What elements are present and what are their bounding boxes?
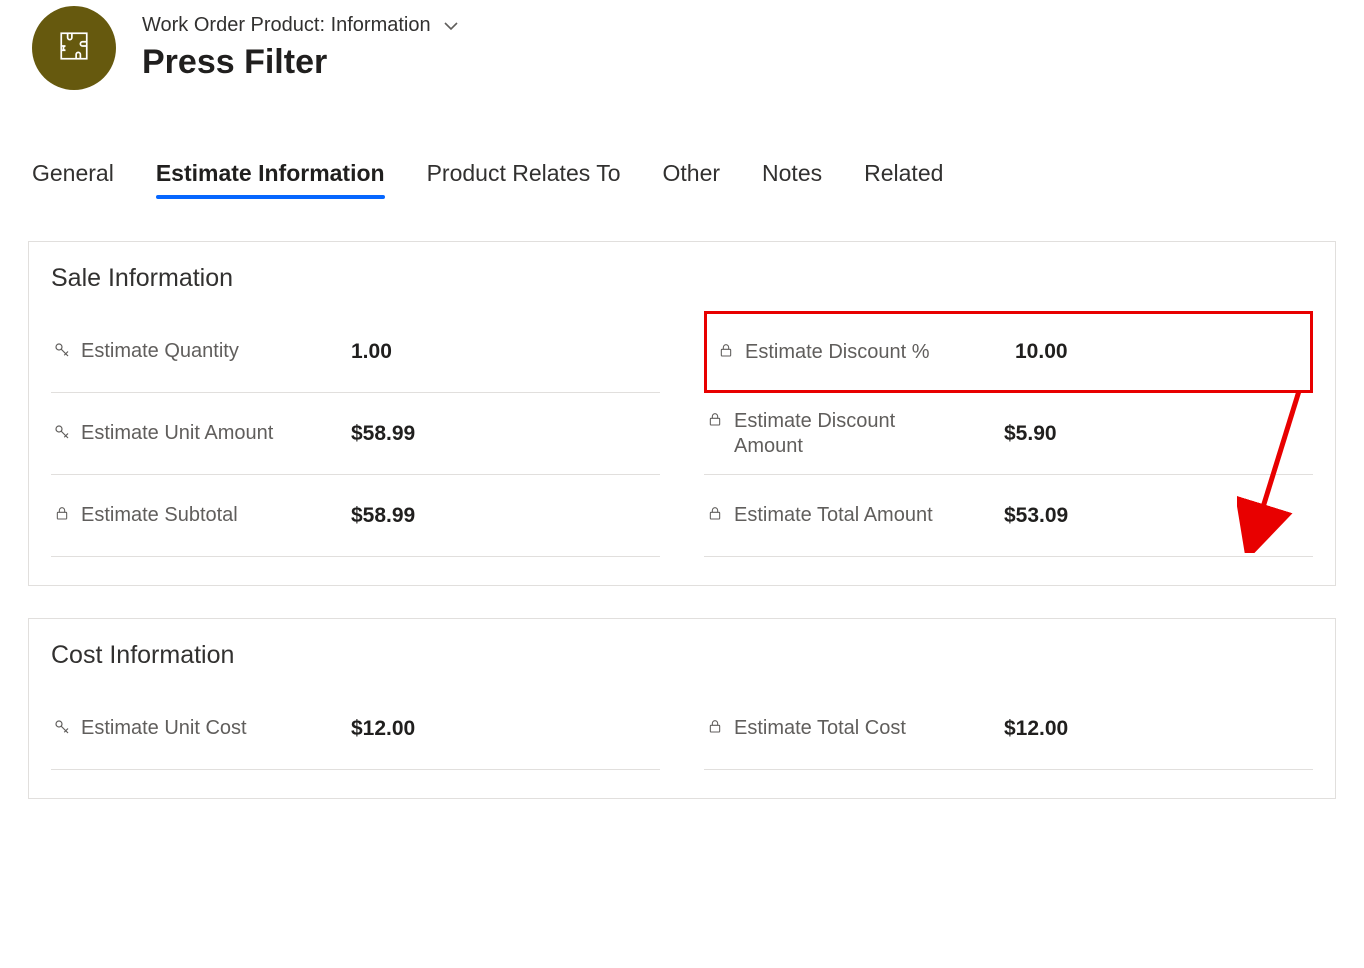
estimate-quantity-value: 1.00 [351,340,660,364]
sale-information-title: Sale Information [51,264,1313,293]
breadcrumb[interactable]: Work Order Product: Information [142,14,431,37]
estimate-unit-cost-label: Estimate Unit Cost [81,716,247,741]
cost-information-section: Cost Information Estimate Unit Cost $12.… [28,618,1336,799]
estimate-discount-amount-label: Estimate Discount Amount [734,409,954,459]
sale-left-column: Estimate Quantity 1.00 Estimate Unit Amo… [51,311,660,557]
estimate-unit-cost-field[interactable]: Estimate Unit Cost $12.00 [51,688,660,770]
estimate-quantity-field[interactable]: Estimate Quantity 1.00 [51,311,660,393]
estimate-discount-amount-value: $5.90 [1004,422,1313,446]
estimate-total-amount-field[interactable]: Estimate Total Amount $53.09 [704,475,1313,557]
estimate-total-cost-value: $12.00 [1004,717,1313,741]
cost-left-column: Estimate Unit Cost $12.00 [51,688,660,770]
estimate-discount-percent-value: 10.00 [1015,340,1302,364]
tab-notes[interactable]: Notes [762,154,822,201]
tab-estimate-information[interactable]: Estimate Information [156,154,385,201]
page-title: Press Filter [142,43,461,82]
key-icon [51,421,73,441]
cost-information-title: Cost Information [51,641,1313,670]
estimate-unit-amount-value: $58.99 [351,422,660,446]
sale-information-section: Sale Information Estimate Quantity 1.00 [28,241,1336,586]
chevron-down-icon[interactable] [441,16,461,36]
tab-other[interactable]: Other [663,154,721,201]
cost-right-column: Estimate Total Cost $12.00 [704,688,1313,770]
lock-icon [704,409,726,427]
estimate-discount-percent-field[interactable]: Estimate Discount % 10.00 [704,311,1313,393]
estimate-total-amount-label: Estimate Total Amount [734,503,933,528]
key-icon [51,339,73,359]
lock-icon [704,716,726,734]
estimate-unit-amount-label: Estimate Unit Amount [81,421,273,446]
lock-icon [704,503,726,521]
key-icon [51,716,73,736]
record-header: Work Order Product: Information Press Fi… [0,6,1364,90]
record-avatar [32,6,116,90]
tab-product-relates-to[interactable]: Product Relates To [427,154,621,201]
lock-icon [51,503,73,521]
estimate-unit-cost-value: $12.00 [351,717,660,741]
estimate-total-cost-label: Estimate Total Cost [734,716,906,741]
estimate-quantity-label: Estimate Quantity [81,339,239,364]
estimate-total-amount-value: $53.09 [1004,504,1313,528]
estimate-unit-amount-field[interactable]: Estimate Unit Amount $58.99 [51,393,660,475]
lock-icon [715,340,737,358]
estimate-subtotal-field[interactable]: Estimate Subtotal $58.99 [51,475,660,557]
estimate-total-cost-field[interactable]: Estimate Total Cost $12.00 [704,688,1313,770]
tab-related[interactable]: Related [864,154,943,201]
estimate-discount-amount-field[interactable]: Estimate Discount Amount $5.90 [704,393,1313,475]
tab-general[interactable]: General [32,154,114,201]
puzzle-icon [57,29,91,68]
estimate-discount-percent-label: Estimate Discount % [745,340,930,365]
form-tabs: General Estimate Information Product Rel… [0,154,1364,201]
sale-right-column: Estimate Discount % 10.00 Estimate Disco… [704,311,1313,557]
estimate-subtotal-value: $58.99 [351,504,660,528]
estimate-subtotal-label: Estimate Subtotal [81,503,238,528]
